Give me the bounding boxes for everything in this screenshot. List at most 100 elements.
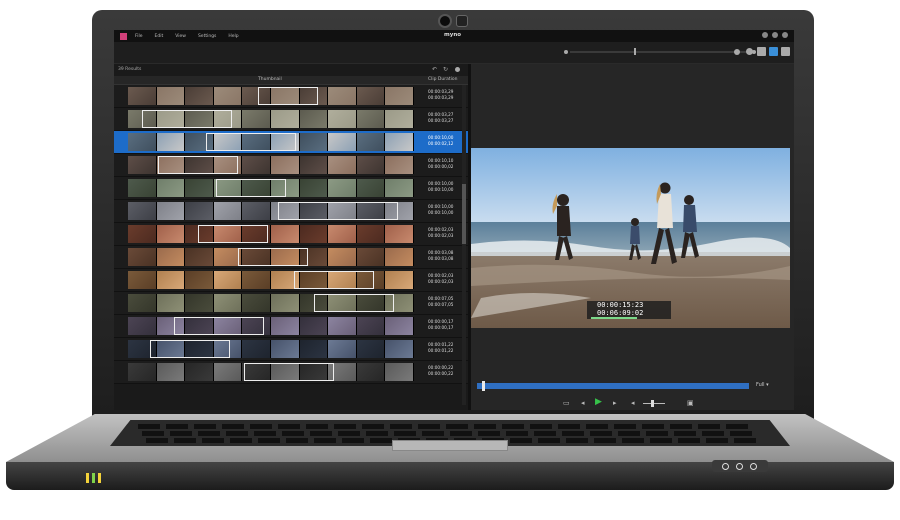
scrollbar-track[interactable] [462,85,466,405]
result-row[interactable]: 00:00:10,00 00:00:10,00 [114,200,468,223]
thumbnail-strip[interactable] [128,317,414,335]
clip-range-highlight[interactable] [244,363,334,381]
clip-range-highlight[interactable] [258,87,318,105]
minimize-icon[interactable] [762,32,768,38]
playhead[interactable] [482,381,486,391]
layout-grid-icon[interactable] [781,47,790,56]
thumbnail-column-header[interactable]: Thumbnail [258,77,282,82]
thumbnail-frame [156,294,186,312]
result-row[interactable]: 00:00:07,05 00:00:07,05 [114,292,468,315]
gear-icon[interactable] [746,48,753,55]
zoom-slider[interactable] [570,51,754,53]
clip-duration-line: 00:00:10,00 [428,210,454,215]
clip-range-highlight[interactable] [142,110,232,128]
layout-list-icon[interactable] [757,47,766,56]
timeline-scrubber[interactable] [477,383,749,389]
menu-help[interactable]: Help [228,34,238,39]
thumbnail-strip[interactable] [128,202,414,220]
thumbnail-frame [128,294,157,312]
key [226,431,248,436]
thumbnail-frame [185,294,214,312]
result-row[interactable]: 00:00:02,03 00:00:02,03 [114,269,468,292]
thumbnail-strip[interactable] [128,110,414,128]
key [250,424,272,429]
thumbnail-frame [128,87,157,105]
clip-range-highlight[interactable] [216,179,286,197]
thumbnail-frame [128,179,157,197]
result-row[interactable]: 00:00:03,27 00:00:03,27 [114,108,468,131]
result-row[interactable]: 00:00:00,17 00:00:00,17 [114,315,468,338]
options-icon[interactable] [455,67,460,72]
thumbnail-frame [271,110,300,128]
clip-range-highlight[interactable] [206,133,296,151]
thumbnail-strip[interactable] [128,363,414,381]
results-list: 00:00:03,29 00:00:03,29 00:00:03,27 00:00:0… [114,85,468,384]
refresh-icon[interactable]: ↻ [443,66,448,73]
thumbnail-strip[interactable] [128,294,414,312]
layout-split-icon[interactable] [769,47,778,56]
key [314,438,336,443]
slider-start-icon[interactable] [564,50,568,54]
clip-range-highlight[interactable] [158,156,238,174]
menu-view[interactable]: View [175,34,186,39]
key [278,424,300,429]
maximize-icon[interactable] [772,32,778,38]
thumbnail-frame [242,271,271,289]
thumbnail-frame [299,225,329,243]
thumbnail-strip[interactable] [128,248,414,266]
view-mode-value: Full [756,382,765,388]
step-back-icon[interactable]: ◂ [581,399,585,407]
menu-file[interactable]: File [135,34,143,39]
search-icon[interactable] [734,49,740,55]
clip-range-highlight[interactable] [278,202,398,220]
snapshot-icon[interactable]: ▣ [687,399,694,407]
volume-icon[interactable]: ◂ [631,399,635,407]
clip-range-highlight[interactable] [150,340,230,358]
volume-slider[interactable] [643,403,665,404]
clip-range-highlight[interactable] [238,248,308,266]
thumbnail-strip[interactable] [128,133,414,151]
result-row[interactable]: 00:00:03,08 00:00:03,08 [114,246,468,269]
clip-range-highlight[interactable] [174,317,264,335]
play-icon[interactable]: ▶ [595,398,602,407]
step-forward-icon[interactable]: ▸ [613,399,617,407]
result-row[interactable]: 00:00:10,10 00:00:00,02 [114,154,468,177]
thumbnail-strip[interactable] [128,225,414,243]
result-row[interactable]: 00:00:10,00 00:00:10,00 [114,177,468,200]
result-row[interactable]: 00:00:00,22 00:00:00,22 [114,361,468,384]
menu-edit[interactable]: Edit [155,34,164,39]
close-icon[interactable] [782,32,788,38]
thumbnail-strip[interactable] [128,340,414,358]
clip-duration: 00:00:03,29 00:00:03,29 [428,89,453,101]
result-row[interactable]: 00:00:03,29 00:00:03,29 [114,85,468,108]
clip-duration-line: 00:00:01,22 [428,348,454,353]
thumbnail-strip[interactable] [128,87,414,105]
thumbnail-strip[interactable] [128,179,414,197]
key [474,424,496,429]
result-row[interactable]: 00:00:01,22 00:00:01,22 [114,338,468,361]
thumbnail-frame [328,225,357,243]
clip-range-highlight[interactable] [314,294,394,312]
clip-range-highlight[interactable] [198,225,268,243]
volume-knob[interactable] [651,400,654,407]
clip-range-highlight[interactable] [294,271,374,289]
clip-duration-column-header[interactable]: Clip Duration [428,77,457,82]
video-preview[interactable]: 00:00:15:23 00:06:09:02 [471,148,790,328]
zoom-slider-knob[interactable] [634,48,636,55]
view-mode-select[interactable]: Full ▾ [756,382,769,388]
thumbnail-frame [242,340,271,358]
thumbnail-strip[interactable] [128,271,414,289]
screen-icon[interactable]: ▭ [563,399,570,407]
key [446,424,468,429]
scrollbar-thumb[interactable] [462,184,466,244]
thumbnail-strip[interactable] [128,156,414,174]
undo-icon[interactable]: ↶ [432,66,437,73]
thumbnail-frame [156,363,186,381]
key [142,431,164,436]
menu-settings[interactable]: Settings [198,34,216,39]
thumbnail-frame [271,294,300,312]
result-row[interactable]: 00:00:10,00 00:00:02,12 [114,131,468,154]
result-row[interactable]: 00:00:02,03 00:00:02,03 [114,223,468,246]
thumbnail-frame [156,179,186,197]
results-count: 39 Results [118,67,142,72]
